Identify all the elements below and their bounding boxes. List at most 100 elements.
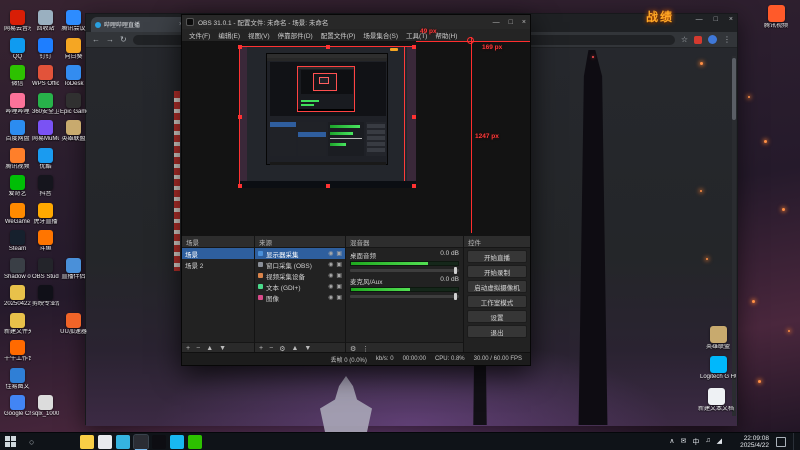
notification-center-icon[interactable]: [776, 436, 786, 447]
obs-control-button[interactable]: 设置: [467, 310, 527, 323]
desktop-icon[interactable]: 网易云音乐: [4, 10, 31, 33]
profile-avatar[interactable]: [708, 35, 717, 44]
desktop-icon[interactable]: 抖音: [32, 175, 59, 198]
close-button[interactable]: ×: [522, 19, 526, 26]
obs-menu-item[interactable]: 配置文件(P): [317, 30, 360, 40]
scenes-toolbar-icon[interactable]: +: [186, 345, 190, 352]
obs-menu-item[interactable]: 停靠部件(D): [274, 30, 317, 40]
obs-control-button[interactable]: 工作室模式: [467, 295, 527, 308]
taskbar-app-chrome[interactable]: [98, 434, 113, 449]
maximize-button[interactable]: □: [509, 19, 513, 26]
scenes-toolbar-icon[interactable]: −: [196, 345, 200, 352]
desktop-icon[interactable]: WeGame: [4, 202, 31, 226]
selection-handle[interactable]: [238, 184, 242, 188]
scrollbar-thumb[interactable]: [732, 58, 736, 120]
taskbar-app-jianying[interactable]: [152, 434, 167, 449]
volume-slider[interactable]: [350, 293, 459, 300]
sources-toolbar-icon[interactable]: −: [269, 345, 273, 352]
show-desktop-button[interactable]: [793, 432, 796, 450]
tray-icon[interactable]: 中: [692, 437, 699, 447]
visibility-eye-icon[interactable]: ◉: [328, 250, 333, 257]
desktop-icon[interactable]: WPS Office: [32, 65, 59, 88]
selection-handle[interactable]: [326, 45, 330, 49]
tray-icon[interactable]: ✉: [680, 437, 686, 447]
obs-menu-item[interactable]: 编辑(E): [214, 30, 244, 40]
desktop-icon[interactable]: 360安全卫士: [32, 92, 59, 116]
obs-menu-item[interactable]: 帮助(H): [431, 30, 461, 40]
taskbar-app-qq[interactable]: [170, 434, 185, 449]
sources-toolbar-icon[interactable]: ▼: [304, 345, 311, 352]
desktop-icon[interactable]: QQ: [4, 37, 31, 61]
desktop-icon[interactable]: ToDesk: [60, 65, 87, 88]
scene-list-item[interactable]: 场景: [182, 248, 254, 259]
scenes-toolbar-icon[interactable]: ▲: [206, 345, 213, 352]
desktop-icon[interactable]: Shadow of the Tomb Raider: [4, 257, 31, 281]
obs-titlebar[interactable]: OBS 31.0.1 - 配置文件: 未命名 - 场景: 未命名 — □ ×: [182, 15, 530, 29]
lock-icon[interactable]: ▣: [336, 261, 342, 268]
volume-slider-knob[interactable]: [454, 267, 457, 274]
desktop-icon[interactable]: 英雄联盟: [700, 326, 736, 351]
minimize-button[interactable]: —: [493, 19, 500, 26]
obs-window[interactable]: OBS 31.0.1 - 配置文件: 未命名 - 场景: 未命名 — □ × 文…: [181, 14, 531, 366]
selection-handle[interactable]: [326, 184, 330, 188]
desktop-icon[interactable]: 千牛工作台: [4, 340, 31, 363]
desktop-icon[interactable]: 向日葵: [60, 37, 87, 61]
desktop-icon[interactable]: 英雄联盟: [60, 120, 87, 143]
desktop-icon[interactable]: sqlx_10006.txt: [32, 395, 59, 418]
selection-handle[interactable]: [238, 45, 242, 49]
selection-handle[interactable]: [238, 115, 242, 119]
tray-icon[interactable]: ♫: [705, 437, 710, 447]
desktop-icon[interactable]: 斗鱼: [32, 230, 59, 253]
obs-control-button[interactable]: 退出: [467, 325, 527, 338]
visibility-eye-icon[interactable]: ◉: [328, 272, 333, 279]
visibility-eye-icon[interactable]: ◉: [328, 283, 333, 290]
maximize-button[interactable]: □: [714, 16, 718, 23]
desktop-icon[interactable]: Steam: [4, 230, 31, 253]
desktop-icon[interactable]: 佳易图文: [4, 367, 31, 391]
selection-handle[interactable]: [412, 115, 416, 119]
back-icon[interactable]: ←: [92, 35, 100, 44]
visibility-eye-icon[interactable]: ◉: [328, 294, 333, 301]
desktop-icon[interactable]: 爱奇艺: [4, 175, 31, 198]
lock-icon[interactable]: ▣: [336, 272, 342, 279]
search-icon[interactable]: ○: [29, 437, 34, 447]
sources-toolbar-icon[interactable]: +: [259, 345, 263, 352]
desktop-icon[interactable]: 剪映专业版: [32, 285, 59, 308]
tray-icon[interactable]: ◢: [717, 437, 722, 447]
forward-icon[interactable]: →: [106, 35, 114, 44]
game-overlay-battle-record[interactable]: 战绩: [646, 8, 674, 25]
taskbar-clock[interactable]: 22:09:08 2025/4/22: [729, 435, 769, 449]
desktop-icon[interactable]: 新建文件夹: [4, 312, 31, 336]
volume-slider[interactable]: [350, 267, 459, 274]
desktop-icon[interactable]: Logitech G HUB: [700, 356, 736, 381]
scenes-toolbar-icon[interactable]: ▼: [219, 345, 226, 352]
desktop-icon[interactable]: 微信: [4, 65, 31, 88]
lock-icon[interactable]: ▣: [336, 294, 342, 301]
desktop-icon[interactable]: UU加速器: [60, 312, 87, 336]
source-list-item[interactable]: 显示器采集 ◉ ▣: [255, 248, 345, 259]
desktop-icon[interactable]: 哔哩哔哩: [4, 92, 31, 116]
desktop-icon[interactable]: 回收站: [32, 10, 59, 33]
visibility-eye-icon[interactable]: ◉: [328, 261, 333, 268]
obs-menu-item[interactable]: 工具(T): [402, 30, 431, 40]
desktop-icon[interactable]: 钉钉: [32, 37, 59, 61]
desktop-icon[interactable]: 优酷: [32, 147, 59, 171]
lock-icon[interactable]: ▣: [336, 283, 342, 290]
browser-menu-icon[interactable]: ⋮: [723, 35, 731, 44]
obs-control-button[interactable]: 开始录制: [467, 265, 527, 278]
obs-menu-item[interactable]: 视图(V): [244, 30, 274, 40]
desktop-icon[interactable]: 网易MuMu模拟器: [32, 120, 59, 143]
desktop-icon[interactable]: OBS Studio: [32, 257, 59, 281]
source-list-item[interactable]: 文本 (GDI+) ◉ ▣: [255, 281, 345, 292]
source-list-item[interactable]: 窗口采集 (OBS) ◉ ▣: [255, 259, 345, 270]
refresh-icon[interactable]: ↻: [120, 35, 127, 44]
selection-handle[interactable]: [412, 45, 416, 49]
obs-menu-item[interactable]: 场景集合(S): [359, 30, 402, 40]
close-button[interactable]: ×: [729, 16, 733, 23]
bookmark-star-icon[interactable]: ☆: [681, 35, 688, 44]
tray-icon[interactable]: ∧: [669, 437, 674, 447]
obs-capture-level1[interactable]: [238, 45, 416, 188]
source-list-item[interactable]: 视频采集设备 ◉ ▣: [255, 270, 345, 281]
volume-slider-knob[interactable]: [454, 293, 457, 300]
source-list-item[interactable]: 图像 ◉ ▣: [255, 292, 345, 303]
